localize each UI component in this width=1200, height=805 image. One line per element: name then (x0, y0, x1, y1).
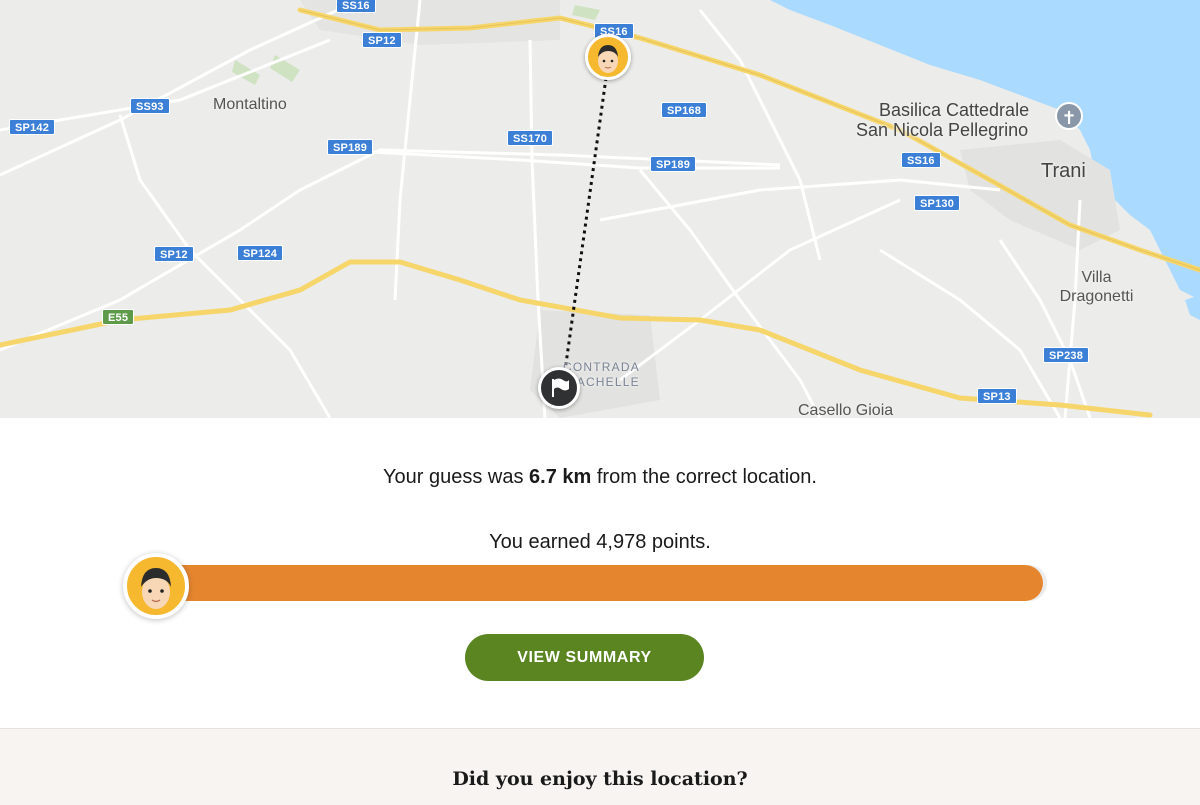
result-panel: Your guess was 6.7 km from the correct l… (0, 418, 1200, 728)
view-summary-button[interactable]: VIEW SUMMARY (465, 634, 704, 681)
feedback-question: Did you enjoy this location? (452, 768, 748, 790)
points-earned: You earned 4,978 points. (489, 531, 711, 553)
road-shield: SP13 (977, 388, 1017, 404)
place-label-basilica: Basilica Cattedrale (879, 101, 1029, 120)
correct-location-flag-marker[interactable] (538, 367, 580, 409)
road-shield: SS170 (507, 130, 554, 146)
road-shield: SS16 (336, 0, 376, 13)
road-shield: SP189 (650, 156, 697, 172)
result-map[interactable]: SS16 SP12 SS16 SS93 SP168 SP142 SS170 SP… (0, 0, 1200, 418)
place-label-montaltino: Montaltino (213, 96, 287, 113)
feedback-section: Did you enjoy this location? (0, 728, 1200, 805)
road-shield: SP124 (237, 245, 284, 261)
distance-result: Your guess was 6.7 km from the correct l… (0, 464, 1200, 490)
distance-value: 6.7 km (529, 466, 592, 488)
road-shield: SP168 (661, 102, 708, 118)
score-progress-fill (155, 565, 1044, 601)
road-shield: SS93 (130, 98, 170, 114)
place-label-casello-gioia: Casello Gioia (798, 402, 894, 418)
avatar-face-icon (141, 568, 171, 609)
player-avatar (123, 553, 189, 619)
place-label-basilica-2: San Nicola Pellegrino (856, 120, 1029, 140)
road-shield: SP12 (154, 246, 194, 262)
road-shield: E55 (102, 309, 135, 325)
place-label-trani: Trani (1041, 160, 1086, 182)
place-label-line: Villa (1081, 269, 1112, 286)
road-shield: SP142 (9, 119, 56, 135)
score-progress-bar (155, 565, 1047, 601)
church-icon: ✝ (1055, 102, 1083, 130)
flag-icon (552, 378, 569, 397)
guess-avatar-marker[interactable] (585, 34, 631, 80)
distance-prefix: Your guess was (383, 466, 530, 488)
road-shield: SP238 (1043, 347, 1090, 363)
road-shield: SP12 (362, 32, 402, 48)
road-shield: SP189 (327, 139, 374, 155)
place-label-villa-dragonetti: Villa Dragonetti (1054, 268, 1139, 306)
road-shield: SP130 (914, 195, 961, 211)
place-label-line: Basilica Cattedrale (879, 100, 1030, 120)
avatar-face-icon (598, 45, 618, 73)
place-label-line: Dragonetti (1059, 288, 1134, 305)
distance-suffix: from the correct location. (591, 466, 817, 488)
road-shield: SS16 (901, 152, 941, 168)
